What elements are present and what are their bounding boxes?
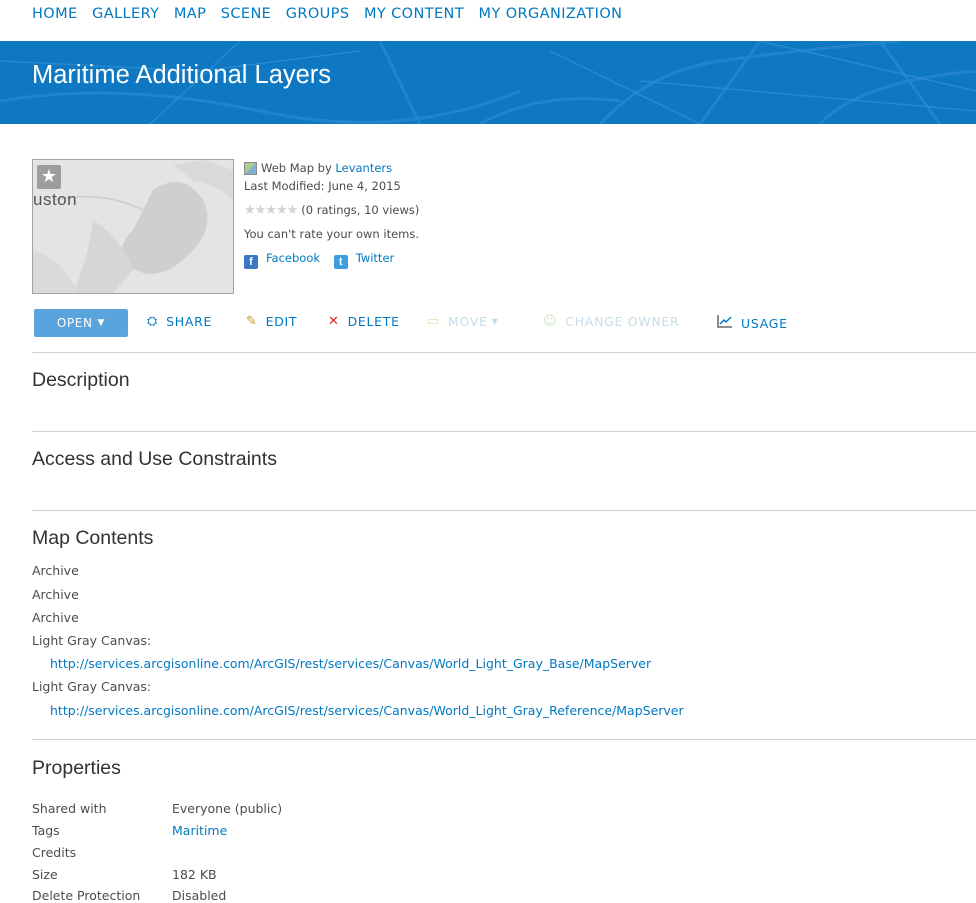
- move-button[interactable]: ▭ MOVE ▼: [427, 314, 499, 329]
- share-button[interactable]: ⛭ SHARE: [147, 314, 212, 329]
- change-owner-button[interactable]: ☺ CHANGE OWNER: [543, 314, 679, 329]
- open-label: OPEN: [56, 316, 93, 330]
- properties-heading: Properties: [32, 757, 121, 779]
- top-nav: HOME GALLERY MAP SCENE GROUPS MY CONTENT…: [32, 6, 637, 22]
- layer-archive-3: Archive: [32, 610, 79, 625]
- rating-stars[interactable]: ★★★★★: [244, 203, 298, 218]
- rating-line: ★★★★★ (0 ratings, 10 views): [244, 203, 419, 218]
- usage-label: USAGE: [741, 315, 788, 331]
- share-icon: ⛭: [147, 314, 159, 329]
- divider: [32, 431, 976, 432]
- constraints-heading: Access and Use Constraints: [32, 448, 277, 470]
- layer-canvas-ref-label: Light Gray Canvas:: [32, 679, 152, 694]
- nav-scene[interactable]: SCENE: [221, 6, 272, 22]
- delete-protection-value: Disabled: [172, 888, 227, 903]
- size-label: Size: [32, 867, 58, 882]
- twitter-icon: t: [333, 255, 348, 269]
- tag-link[interactable]: Maritime: [172, 823, 227, 838]
- thumbnail-map-label: uston: [33, 190, 78, 209]
- edit-button[interactable]: ✎ EDIT: [246, 314, 297, 329]
- delete-label: DELETE: [347, 314, 400, 329]
- last-modified: Last Modified: June 4, 2015: [244, 179, 401, 193]
- facebook-icon: f: [244, 255, 258, 269]
- item-type: Web Map: [261, 161, 314, 175]
- chart-line-icon: [717, 314, 733, 332]
- pencil-icon: ✎: [246, 314, 258, 329]
- caret-down-icon: ▼: [491, 317, 499, 326]
- nav-my-organization[interactable]: MY ORGANIZATION: [479, 6, 623, 22]
- shared-with-value: Everyone (public): [172, 801, 283, 816]
- facebook-label: Facebook: [266, 251, 321, 265]
- nav-home[interactable]: HOME: [32, 6, 78, 22]
- item-by: by: [317, 161, 332, 175]
- star-icon[interactable]: ★: [37, 165, 61, 189]
- facebook-link[interactable]: f Facebook: [244, 251, 321, 269]
- nav-map[interactable]: MAP: [174, 6, 206, 22]
- social-links: f Facebook t Twitter: [244, 251, 394, 269]
- nav-gallery[interactable]: GALLERY: [92, 6, 159, 22]
- tags-label: Tags: [32, 823, 60, 838]
- shared-with-label: Shared with: [32, 801, 107, 816]
- layer-canvas-base-url[interactable]: http://services.arcgisonline.com/ArcGIS/…: [50, 656, 651, 671]
- caret-down-icon: ▼: [97, 318, 106, 328]
- folder-icon: ▭: [427, 314, 440, 329]
- rate-note: You can't rate your own items.: [244, 227, 420, 241]
- divider: [32, 352, 976, 353]
- edit-label: EDIT: [265, 314, 298, 329]
- size-value: 182 KB: [172, 867, 217, 882]
- twitter-link[interactable]: t Twitter: [333, 251, 395, 269]
- map-contents-heading: Map Contents: [32, 527, 154, 549]
- owner-link[interactable]: Levanters: [335, 161, 392, 175]
- page-title: Maritime Additional Layers: [32, 61, 332, 89]
- layer-canvas-ref-url[interactable]: http://services.arcgisonline.com/ArcGIS/…: [50, 703, 684, 718]
- thumbnail-map: [33, 160, 233, 293]
- ratings-count: (0 ratings, 10 views): [301, 203, 420, 217]
- delete-button[interactable]: ✕ DELETE: [328, 314, 400, 329]
- divider: [32, 510, 976, 511]
- description-heading: Description: [32, 369, 130, 391]
- delete-x-icon: ✕: [328, 314, 340, 329]
- twitter-label: Twitter: [355, 251, 395, 265]
- nav-my-content[interactable]: MY CONTENT: [364, 6, 464, 22]
- delete-protection-label: Delete Protection: [32, 888, 141, 903]
- web-map-icon: [244, 162, 257, 175]
- layer-archive-2: Archive: [32, 587, 79, 602]
- layer-canvas-base-label: Light Gray Canvas:: [32, 633, 152, 648]
- item-thumbnail[interactable]: ★ uston: [32, 159, 234, 294]
- share-label: SHARE: [166, 314, 213, 329]
- nav-groups[interactable]: GROUPS: [286, 6, 350, 22]
- usage-button[interactable]: USAGE: [717, 314, 788, 332]
- change-owner-label: CHANGE OWNER: [565, 314, 680, 329]
- title-banner: Maritime Additional Layers: [0, 41, 976, 124]
- credits-label: Credits: [32, 845, 77, 860]
- move-label: MOVE: [447, 314, 488, 329]
- layer-archive-1: Archive: [32, 563, 79, 578]
- item-type-line: Web Map by Levanters: [244, 161, 392, 175]
- divider: [32, 739, 976, 740]
- person-icon: ☺: [543, 314, 558, 329]
- open-button[interactable]: OPEN ▼: [34, 309, 128, 337]
